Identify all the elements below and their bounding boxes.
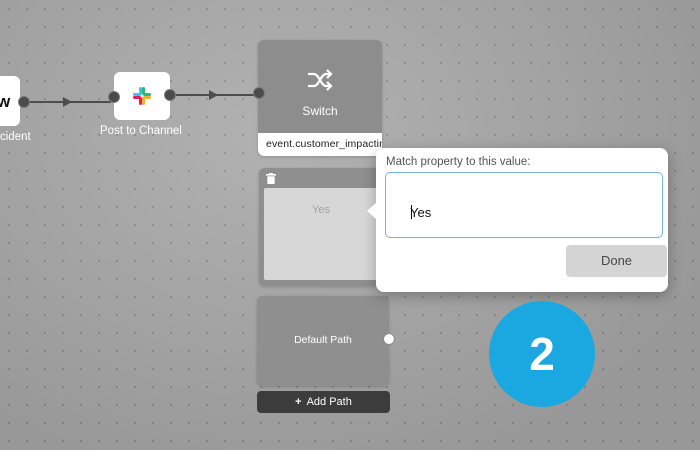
match-value-input[interactable]: Yes	[385, 172, 663, 238]
node-label: Post to Channel	[100, 125, 182, 137]
default-path-output-port[interactable]	[383, 333, 395, 345]
post-to-channel-node[interactable]	[114, 72, 170, 120]
node-icon-text: w	[0, 92, 11, 111]
switch-header: Switch	[258, 40, 382, 133]
step-number-badge: 2	[489, 301, 595, 407]
popover-pointer	[367, 202, 377, 220]
path-value-box[interactable]: Yes	[264, 188, 378, 280]
input-port[interactable]	[108, 91, 120, 103]
path-card-default[interactable]: Default Path	[257, 296, 389, 386]
path-value-label: Yes	[312, 204, 330, 216]
match-value-popover: Match property to this value: Yes Done	[367, 148, 668, 292]
switch-property: event.customer_impacting	[266, 138, 382, 150]
popover-label: Match property to this value:	[386, 156, 531, 168]
incident-node[interactable]: w	[0, 76, 20, 126]
done-button[interactable]: Done	[566, 245, 667, 277]
slack-logo-icon	[133, 87, 151, 105]
plus-icon: +	[295, 396, 302, 408]
text-caret	[411, 205, 412, 219]
shuffle-icon	[308, 69, 333, 91]
connector-arrow	[63, 97, 72, 107]
switch-node[interactable]: Switch event.customer_impacting	[258, 40, 382, 156]
output-port[interactable]	[18, 96, 30, 108]
add-path-label: Add Path	[306, 396, 352, 408]
input-port[interactable]	[253, 87, 265, 99]
trash-icon[interactable]	[266, 173, 276, 184]
add-path-button[interactable]: + Add Path	[257, 391, 390, 413]
connector-arrow	[209, 90, 218, 100]
default-path-label: Default Path	[294, 334, 352, 346]
path-card-yes[interactable]: Yes	[259, 168, 383, 286]
switch-title: Switch	[302, 104, 338, 118]
switch-property-bar: event.customer_impacting	[258, 133, 382, 156]
input-value: Yes	[410, 205, 432, 220]
node-label: cident	[0, 131, 31, 143]
output-port[interactable]	[164, 89, 176, 101]
